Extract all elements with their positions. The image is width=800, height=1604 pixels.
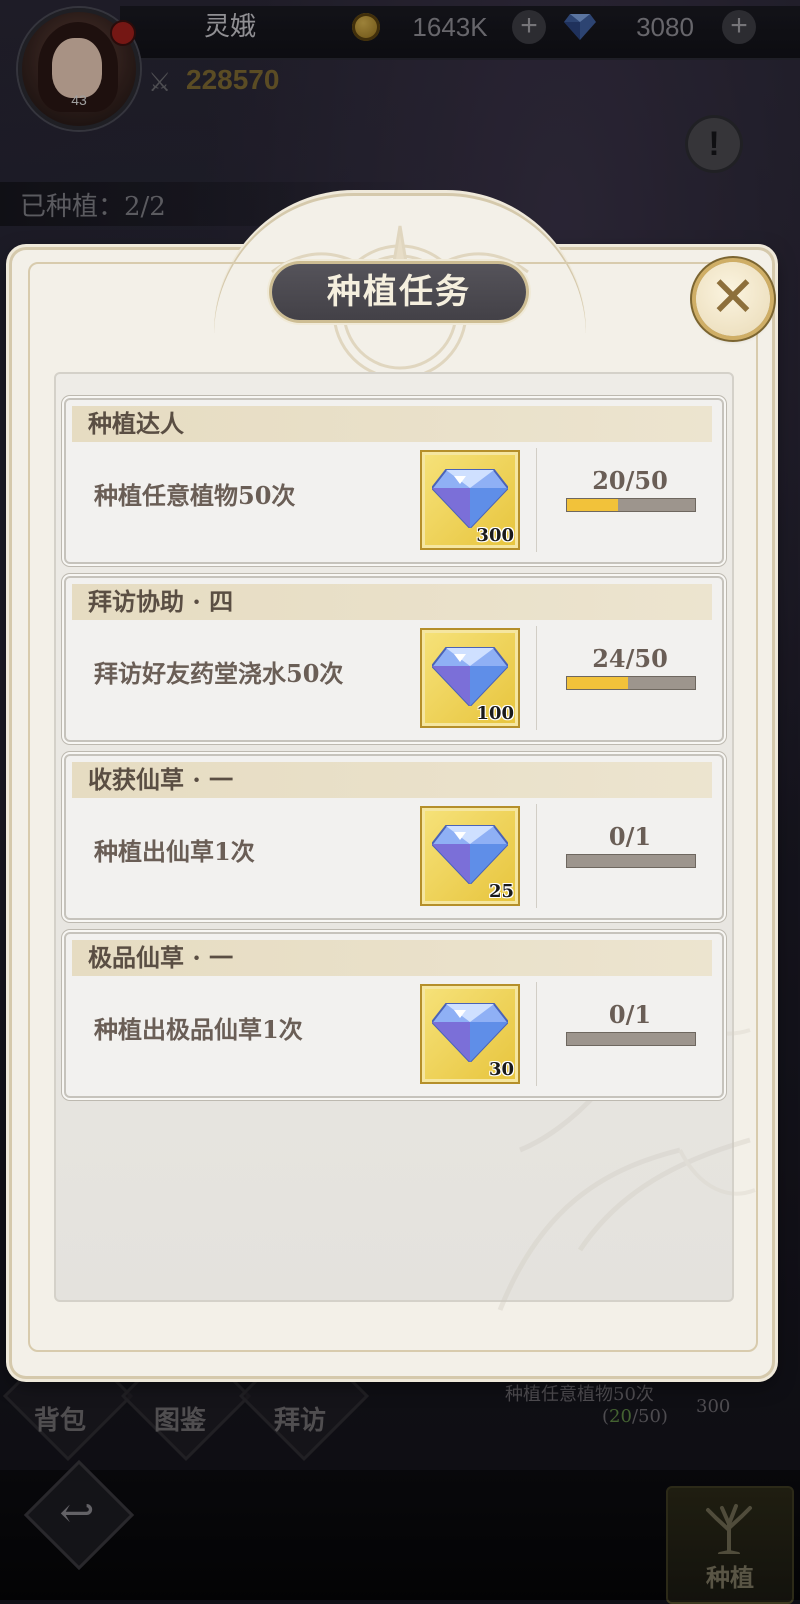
progress-text: 0/1: [608, 1000, 652, 1029]
progress-fill: [567, 499, 619, 511]
task-title: 收获仙草 · 一: [88, 765, 234, 794]
divider: [536, 448, 537, 552]
close-button[interactable]: ✕: [696, 262, 770, 336]
task-description: 种植任意植物50次: [94, 481, 296, 510]
dialog-title: 种植任务: [327, 272, 471, 312]
reward-item[interactable]: 300: [420, 450, 520, 550]
task-card: 收获仙草 · 一种植出仙草1次 25 0/1: [64, 754, 724, 920]
reward-item[interactable]: 25: [420, 806, 520, 906]
progress-bar: [566, 498, 696, 512]
divider: [536, 626, 537, 730]
progress-bar: [566, 854, 696, 868]
progress-fill: [567, 677, 629, 689]
reward-quantity: 30: [488, 1059, 514, 1080]
task-description: 拜访好友药堂浇水50次: [94, 659, 344, 688]
close-icon: ✕: [709, 265, 757, 330]
reward-item[interactable]: 100: [420, 628, 520, 728]
task-card: 种植达人种植任意植物50次 300 20/50: [64, 398, 724, 564]
task-title: 拜访协助 · 四: [88, 587, 234, 616]
progress-text: 20/50: [592, 466, 668, 495]
gem-icon: [432, 825, 508, 884]
reward-quantity: 25: [488, 881, 514, 902]
task-card: 极品仙草 · 一种植出极品仙草1次 30 0/1: [64, 932, 724, 1098]
task-title: 极品仙草 · 一: [88, 943, 234, 972]
progress-bar: [566, 1032, 696, 1046]
progress-text: 24/50: [592, 644, 668, 673]
divider: [536, 804, 537, 908]
progress-text: 0/1: [608, 822, 652, 851]
gem-icon: [432, 469, 508, 528]
task-card: 拜访协助 · 四拜访好友药堂浇水50次 100 24/50: [64, 576, 724, 742]
task-description: 种植出极品仙草1次: [94, 1015, 303, 1044]
gem-icon: [432, 647, 508, 706]
reward-quantity: 300: [476, 525, 514, 546]
divider: [536, 982, 537, 1086]
task-title: 种植达人: [88, 409, 184, 438]
reward-item[interactable]: 30: [420, 984, 520, 1084]
reward-quantity: 100: [476, 703, 514, 724]
progress-bar: [566, 676, 696, 690]
task-description: 种植出仙草1次: [94, 837, 255, 866]
gem-icon: [432, 1003, 508, 1062]
